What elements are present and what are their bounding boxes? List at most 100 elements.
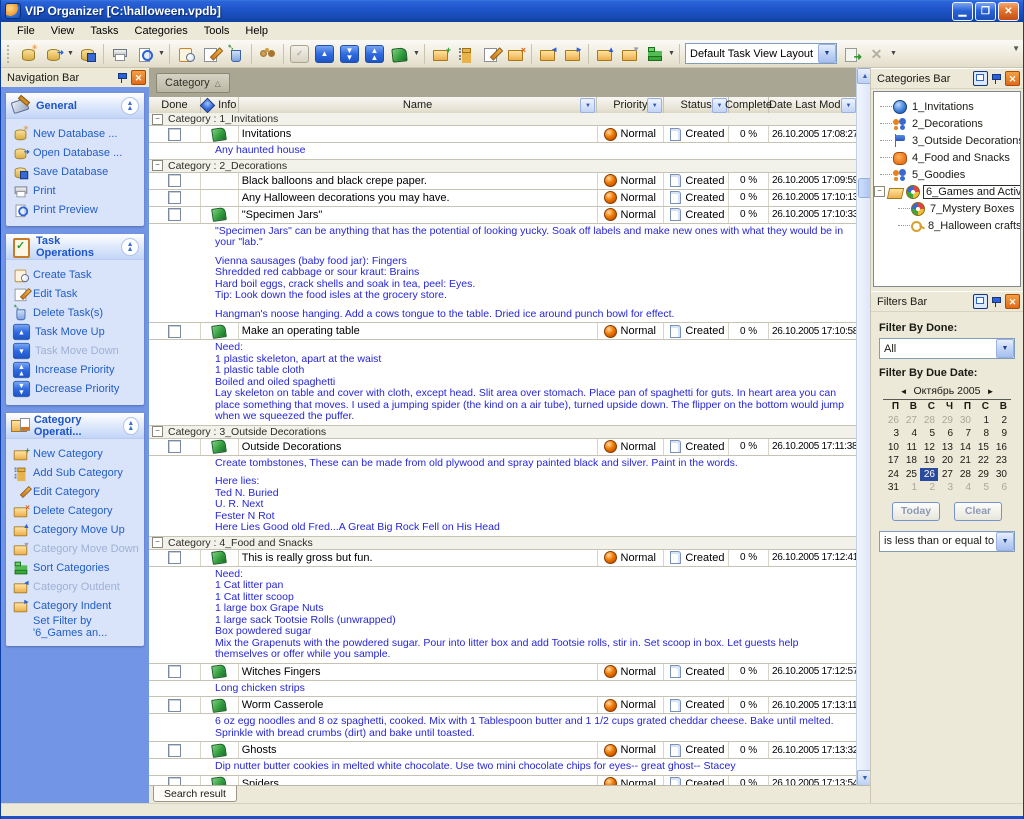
task-row[interactable]: Black balloons and black crepe paper.Nor… xyxy=(149,173,857,190)
vertical-scrollbar[interactable]: ▲ ▼ xyxy=(856,68,871,786)
calendar-day[interactable]: 20 xyxy=(938,454,956,468)
chevron-down-icon[interactable]: ▼ xyxy=(996,339,1014,358)
collapse-icon[interactable] xyxy=(152,160,163,171)
float-panel-icon[interactable] xyxy=(973,294,988,309)
filter-by-done-select[interactable]: All ▼ xyxy=(879,338,1015,359)
menu-help[interactable]: Help xyxy=(237,23,276,39)
task-row[interactable]: This is really gross but fun.NormalCreat… xyxy=(149,550,857,567)
nav-item-new-database[interactable]: New Database ... xyxy=(12,124,142,143)
print-button[interactable] xyxy=(107,42,132,65)
close-panel-icon[interactable]: ✕ xyxy=(1005,294,1020,309)
name-filter-icon[interactable]: ▼ xyxy=(580,98,595,113)
nav-item-set-filter-by-6-games-an[interactable]: Set Filter by '6_Games an... xyxy=(12,615,142,639)
calendar-day[interactable]: 2 xyxy=(920,481,938,495)
chevron-down-icon[interactable]: ▼ xyxy=(996,532,1014,551)
task-row[interactable]: Any Halloween decorations you may have.N… xyxy=(149,190,857,207)
layout-combo[interactable]: Default Task View Layout ▼ xyxy=(685,43,837,64)
category-indent-button[interactable]: ► xyxy=(560,42,585,65)
done-checkbox[interactable] xyxy=(168,325,181,338)
calendar-day[interactable]: 3 xyxy=(884,427,902,441)
calendar-day[interactable]: 8 xyxy=(974,427,992,441)
calendar-day[interactable]: 30 xyxy=(992,468,1010,482)
done-checkbox[interactable] xyxy=(168,128,181,141)
tree-item-6-games-and-activities[interactable]: 6_Games and Activities xyxy=(874,183,1020,200)
calendar-day[interactable]: 22 xyxy=(974,454,992,468)
collapse-chevron-icon[interactable]: ▲▲ xyxy=(121,97,139,115)
close-button[interactable]: ✕ xyxy=(998,2,1019,21)
delete-task-button[interactable] xyxy=(223,42,248,65)
calendar-next-icon[interactable]: ► xyxy=(986,387,994,396)
increase-priority-button[interactable]: ▲▲ xyxy=(362,42,387,65)
menu-file[interactable]: File xyxy=(9,23,43,39)
nav-item-edit-task[interactable]: Edit Task xyxy=(12,284,142,303)
delete-layout-button[interactable]: ✕ xyxy=(864,42,889,65)
category-group-row[interactable]: Category : 4_Food and Snacks xyxy=(149,537,857,550)
search-button[interactable] xyxy=(255,42,280,65)
category-group-row[interactable]: Category : 2_Decorations xyxy=(149,160,857,173)
calendar-day-selected[interactable]: 26 xyxy=(920,468,938,482)
today-button[interactable]: Today xyxy=(892,502,940,521)
column-info[interactable]: Info xyxy=(201,97,239,113)
calendar-day[interactable]: 3 xyxy=(938,481,956,495)
calendar-day[interactable]: 1 xyxy=(902,481,920,495)
category-group-row[interactable]: Category : 1_Invitations xyxy=(149,113,857,126)
nav-item-print-preview[interactable]: Print Preview xyxy=(12,200,142,219)
done-checkbox[interactable] xyxy=(168,174,181,187)
delete-category-button[interactable]: × xyxy=(503,42,528,65)
calendar-day[interactable]: 23 xyxy=(992,454,1010,468)
menu-tasks[interactable]: Tasks xyxy=(82,23,126,39)
menu-categories[interactable]: Categories xyxy=(127,23,196,39)
calendar-day[interactable]: 31 xyxy=(884,481,902,495)
toolbar-overflow-button[interactable]: ▼ xyxy=(1012,44,1020,53)
open-database-button[interactable] xyxy=(41,42,66,65)
calendar-day[interactable]: 29 xyxy=(974,468,992,482)
nav-item-delete-task-s[interactable]: Delete Task(s) xyxy=(12,303,142,322)
nav-item-category-indent[interactable]: ►Category Indent xyxy=(12,596,142,615)
task-row[interactable]: Outside DecorationsNormalCreated0 %26.10… xyxy=(149,439,857,456)
close-panel-icon[interactable]: ✕ xyxy=(1005,71,1020,86)
view-notes-button[interactable] xyxy=(387,42,412,65)
calendar-day[interactable]: 11 xyxy=(902,441,920,455)
calendar-day[interactable]: 4 xyxy=(956,481,974,495)
float-panel-icon[interactable] xyxy=(973,71,988,86)
nav-item-category-outdent[interactable]: ◄Category Outdent xyxy=(12,577,142,596)
minimize-button[interactable]: ▁ xyxy=(952,2,973,21)
tree-item-3-outside-decorations[interactable]: 3_Outside Decorations xyxy=(874,132,1020,149)
nav-item-sort-categories[interactable]: Sort Categories xyxy=(12,558,142,577)
calendar-day[interactable]: 12 xyxy=(920,441,938,455)
calendar-day[interactable]: 5 xyxy=(974,481,992,495)
done-checkbox[interactable] xyxy=(168,699,181,712)
nav-group-header[interactable]: General▲▲ xyxy=(6,93,144,119)
tree-item-4-food-and-snacks[interactable]: 4_Food and Snacks xyxy=(874,149,1020,166)
done-checkbox[interactable] xyxy=(168,440,181,453)
category-outdent-button[interactable]: ◄ xyxy=(535,42,560,65)
priority-filter-icon[interactable]: ▼ xyxy=(647,98,662,113)
column-done[interactable]: Done xyxy=(149,97,201,113)
calendar-day[interactable]: 5 xyxy=(920,427,938,441)
print-preview-button[interactable] xyxy=(132,42,157,65)
task-row[interactable]: Worm CasseroleNormalCreated0 %26.10.2005… xyxy=(149,697,857,714)
collapse-icon[interactable] xyxy=(874,186,885,197)
calendar-day[interactable]: 6 xyxy=(992,481,1010,495)
layout-overflow-dropdown[interactable]: ▼ xyxy=(889,42,898,65)
date-filter-icon[interactable]: ▼ xyxy=(841,98,856,113)
tree-item-8-halloween-crafts[interactable]: 8_Halloween crafts xyxy=(874,217,1020,234)
nav-item-open-database[interactable]: Open Database ... xyxy=(12,143,142,162)
column-date-last-modified[interactable]: Date Last Modified▼ xyxy=(769,97,857,113)
sort-dropdown[interactable]: ▼ xyxy=(667,42,676,65)
collapse-icon[interactable] xyxy=(152,426,163,437)
column-status[interactable]: Status▼ xyxy=(664,97,729,113)
edit-task-button[interactable] xyxy=(198,42,223,65)
pin-icon[interactable] xyxy=(990,72,1003,85)
task-move-up-button[interactable]: ▲ xyxy=(312,42,337,65)
nav-item-print[interactable]: Print xyxy=(12,181,142,200)
tree-item-1-invitations[interactable]: 1_Invitations xyxy=(874,98,1020,115)
done-checkbox[interactable] xyxy=(168,665,181,678)
task-move-down-button[interactable]: ▼▼ xyxy=(337,42,362,65)
category-group-row[interactable]: Category : 3_Outside Decorations xyxy=(149,426,857,439)
column-complete[interactable]: Complete xyxy=(729,97,769,113)
nav-item-create-task[interactable]: Create Task xyxy=(12,265,142,284)
close-panel-icon[interactable]: ✕ xyxy=(131,70,146,85)
calendar-day[interactable]: 24 xyxy=(884,468,902,482)
nav-group-header[interactable]: Category Operati...▲▲ xyxy=(6,413,144,439)
